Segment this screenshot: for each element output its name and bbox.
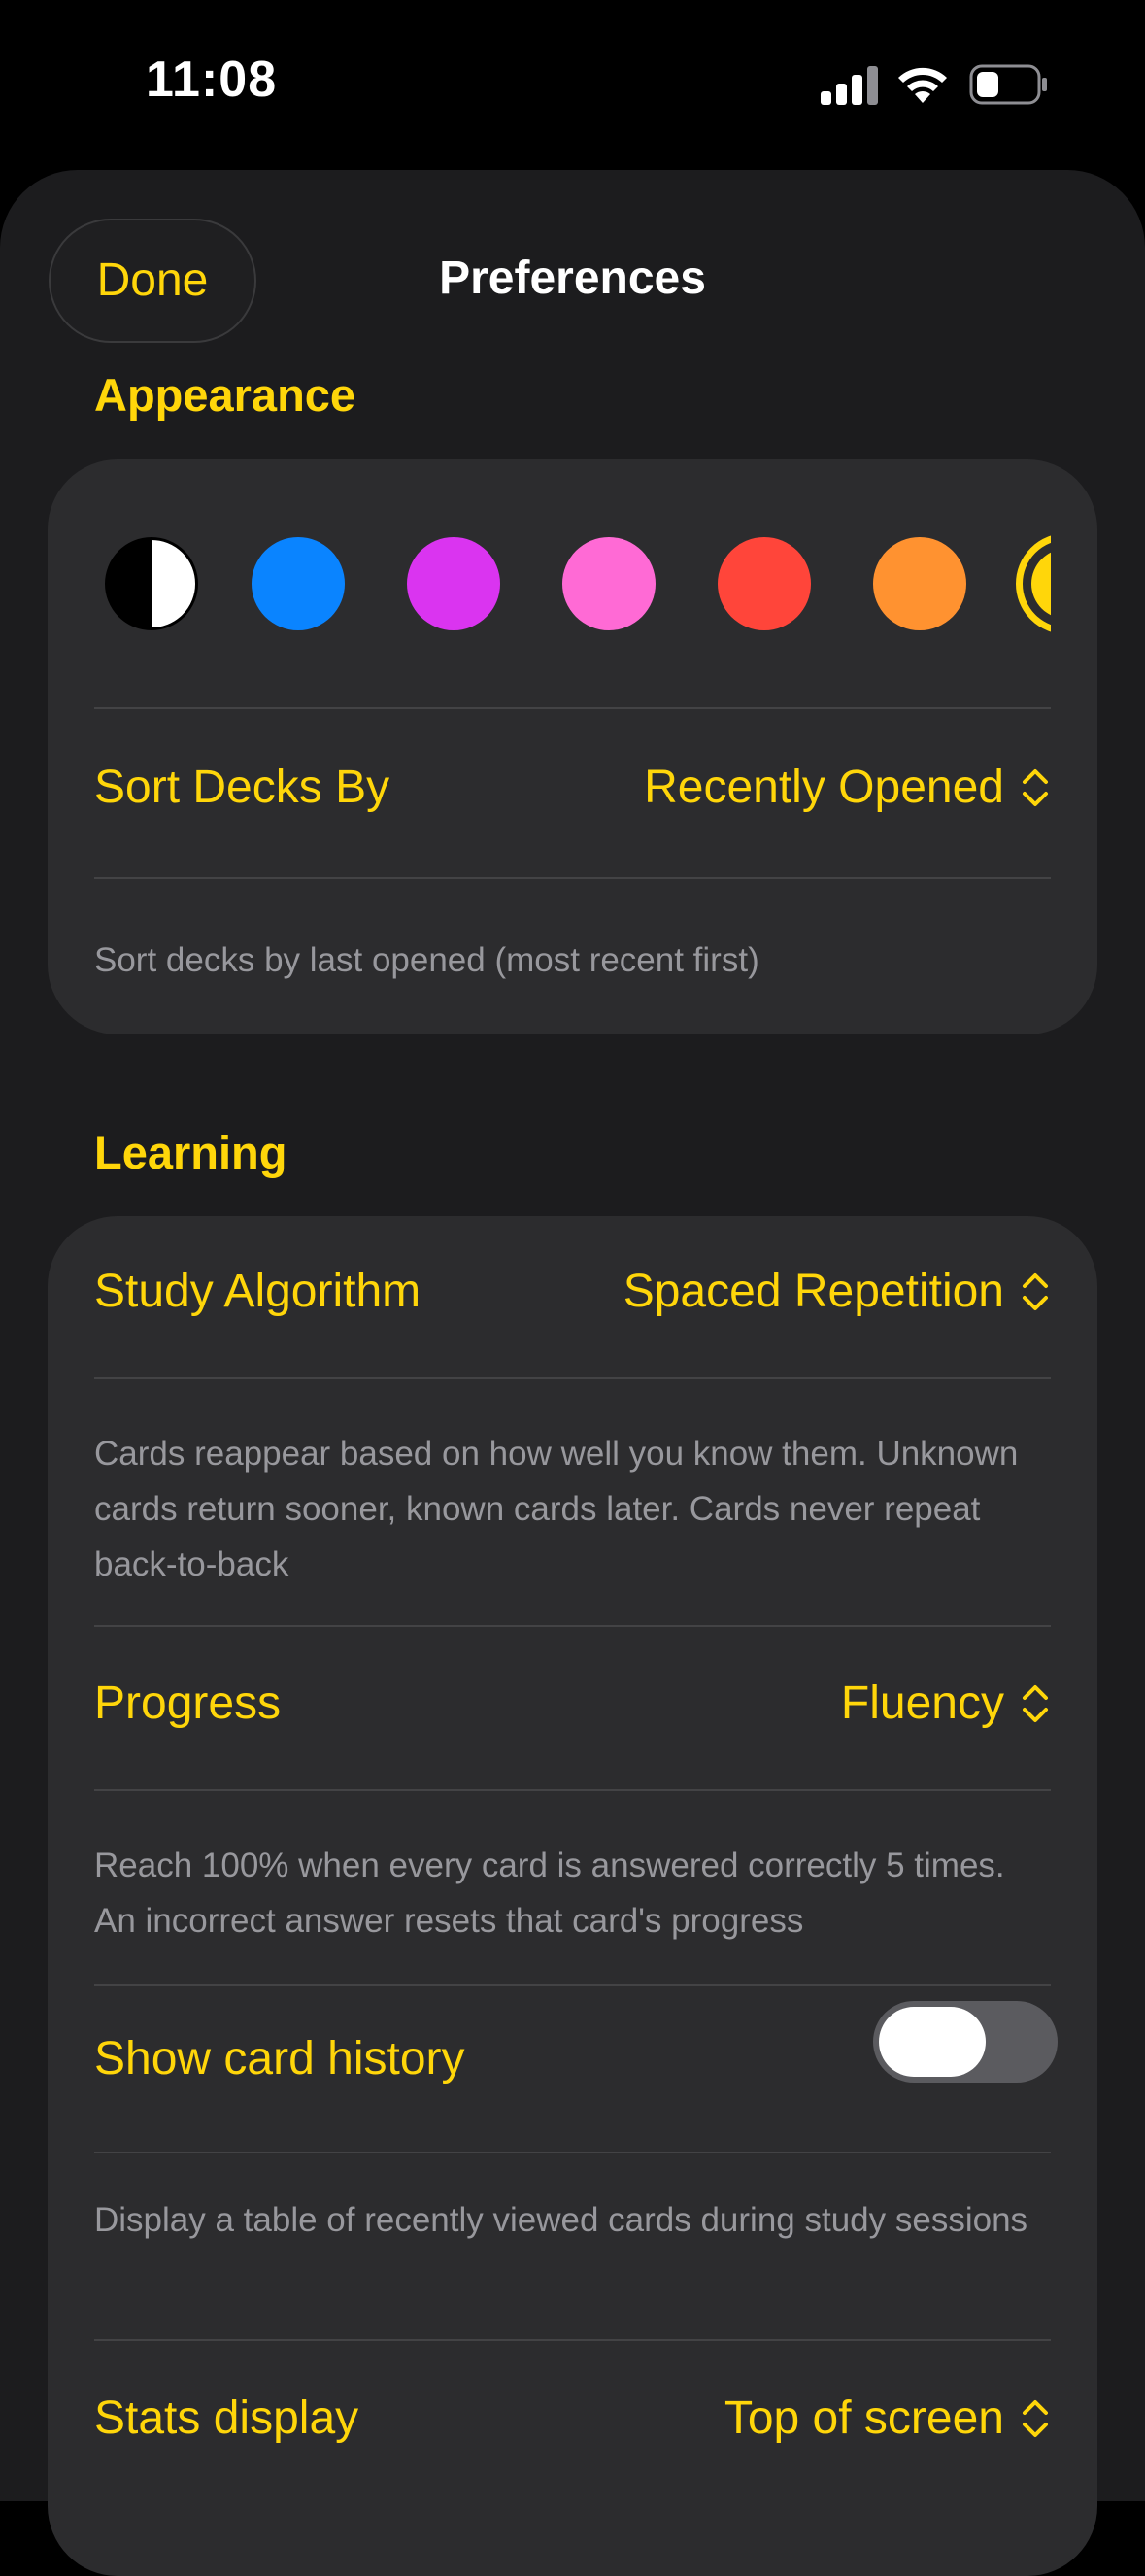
divider — [94, 1789, 1051, 1791]
status-bar: 11:08 — [0, 0, 1145, 170]
chevron-up-down-icon — [1023, 2399, 1048, 2437]
progress-value: Fluency — [840, 1678, 1004, 1729]
learning-card: Study Algorithm Spaced Repetition Cards … — [48, 1216, 1097, 2576]
study-algorithm-label: Study Algorithm — [94, 1266, 421, 1317]
battery-icon — [969, 64, 1047, 105]
section-header-learning: Learning — [94, 1127, 287, 1178]
sort-decks-picker[interactable]: Recently Opened — [644, 761, 1051, 814]
color-swatch-blue[interactable] — [252, 537, 345, 630]
color-swatch-purple[interactable] — [407, 537, 500, 630]
study-algorithm-footnote: Cards reappear based on how well you kno… — [94, 1435, 1019, 1583]
divider — [94, 1377, 1051, 1379]
color-swatch-picker — [48, 459, 1051, 707]
progress-picker[interactable]: Fluency — [841, 1677, 1051, 1730]
section-header-appearance: Appearance — [94, 369, 356, 421]
sort-decks-value: Recently Opened — [644, 762, 1004, 813]
chevron-up-down-icon — [1023, 768, 1048, 806]
page-title: Preferences — [439, 253, 706, 304]
divider — [94, 2152, 1051, 2153]
progress-label: Progress — [94, 1678, 282, 1729]
color-swatch-red[interactable] — [718, 537, 811, 630]
divider — [94, 707, 1051, 709]
preferences-sheet: Done Preferences Appearance Sort Decks B… — [0, 170, 1145, 2576]
stats-display-label: Stats display — [94, 2392, 359, 2444]
divider — [94, 877, 1051, 879]
divider — [94, 1625, 1051, 1627]
wifi-icon — [898, 67, 947, 103]
sort-decks-label: Sort Decks By — [94, 762, 390, 813]
chevron-up-down-icon — [1023, 1272, 1048, 1310]
study-algorithm-value: Spaced Repetition — [623, 1266, 1004, 1317]
color-swatch-orange[interactable] — [873, 537, 966, 630]
chevron-up-down-icon — [1023, 1684, 1048, 1722]
divider — [94, 2339, 1051, 2341]
color-swatch-yellow-selected[interactable] — [1016, 533, 1051, 634]
study-algorithm-picker[interactable]: Spaced Repetition — [623, 1265, 1051, 1318]
stats-display-picker[interactable]: Top of screen — [724, 2391, 1051, 2445]
progress-footnote: Reach 100% when every card is answered c… — [94, 1847, 1005, 1940]
color-swatch-monochrome[interactable] — [105, 537, 198, 630]
show-card-history-footnote: Display a table of recently viewed cards… — [94, 2201, 1028, 2239]
show-card-history-label: Show card history — [94, 2033, 465, 2085]
toggle-knob — [879, 2007, 986, 2077]
status-time: 11:08 — [146, 51, 278, 108]
color-swatch-pink[interactable] — [562, 537, 656, 630]
cellular-signal-icon — [821, 66, 878, 105]
stats-display-value: Top of screen — [724, 2392, 1004, 2444]
sort-decks-footnote: Sort decks by last opened (most recent f… — [94, 941, 759, 979]
show-card-history-toggle[interactable] — [873, 2001, 1058, 2083]
divider — [94, 1984, 1051, 1986]
